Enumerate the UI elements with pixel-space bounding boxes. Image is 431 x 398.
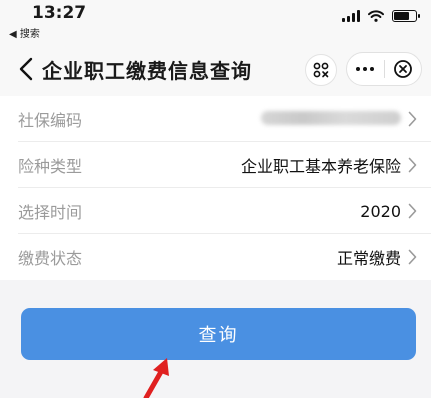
- scan-icon: [313, 62, 329, 78]
- select-time-value: 2020: [360, 201, 401, 221]
- chevron-right-icon: [408, 157, 417, 173]
- nav-back-button[interactable]: [14, 55, 38, 83]
- form-row-label: 缴费状态: [18, 249, 83, 268]
- nav-bar: 企业职工缴费信息查询: [0, 42, 431, 96]
- status-bar: 13:27 ◀ 搜索: [0, 0, 431, 42]
- annotation-arrow-icon: [143, 358, 169, 398]
- page-title: 企业职工缴费信息查询: [42, 59, 252, 83]
- status-icons: [342, 10, 420, 22]
- back-to-search-link[interactable]: ◀ 搜索: [9, 25, 40, 40]
- social-security-code-value: [261, 110, 401, 129]
- form-row-label: 社保编码: [18, 111, 83, 130]
- query-button[interactable]: 查询: [21, 308, 416, 360]
- more-options-button[interactable]: [347, 53, 384, 85]
- form-row-label: 险种类型: [18, 157, 83, 176]
- more-icon: [356, 67, 361, 71]
- battery-icon: [392, 10, 420, 22]
- chevron-right-icon: [408, 249, 417, 265]
- chevron-right-icon: [408, 203, 417, 219]
- insurance-type-value: 企业职工基本养老保险: [240, 157, 401, 176]
- cellular-signal-icon: [342, 10, 360, 22]
- wifi-icon: [368, 10, 384, 22]
- scan-button[interactable]: [305, 54, 337, 86]
- chevron-right-icon: [408, 111, 417, 127]
- form-row-social-security-code[interactable]: 社保编码: [0, 96, 431, 142]
- close-circle-icon: [393, 60, 412, 78]
- query-form: 社保编码 险种类型 企业职工基本养老保险 选择时间 2020 缴费状态 正常缴费: [0, 96, 431, 280]
- chevron-left-icon: [19, 57, 33, 81]
- close-button[interactable]: [385, 53, 422, 85]
- form-row-insurance-type[interactable]: 险种类型 企业职工基本养老保险: [0, 142, 431, 188]
- redacted-value: [261, 110, 401, 125]
- payment-status-value: 正常缴费: [336, 249, 401, 268]
- status-time: 13:27: [32, 3, 87, 23]
- form-row-label: 选择时间: [18, 203, 83, 222]
- miniprogram-capsule: [346, 52, 422, 86]
- form-row-payment-status[interactable]: 缴费状态 正常缴费: [0, 234, 431, 280]
- form-row-select-time[interactable]: 选择时间 2020: [0, 188, 431, 234]
